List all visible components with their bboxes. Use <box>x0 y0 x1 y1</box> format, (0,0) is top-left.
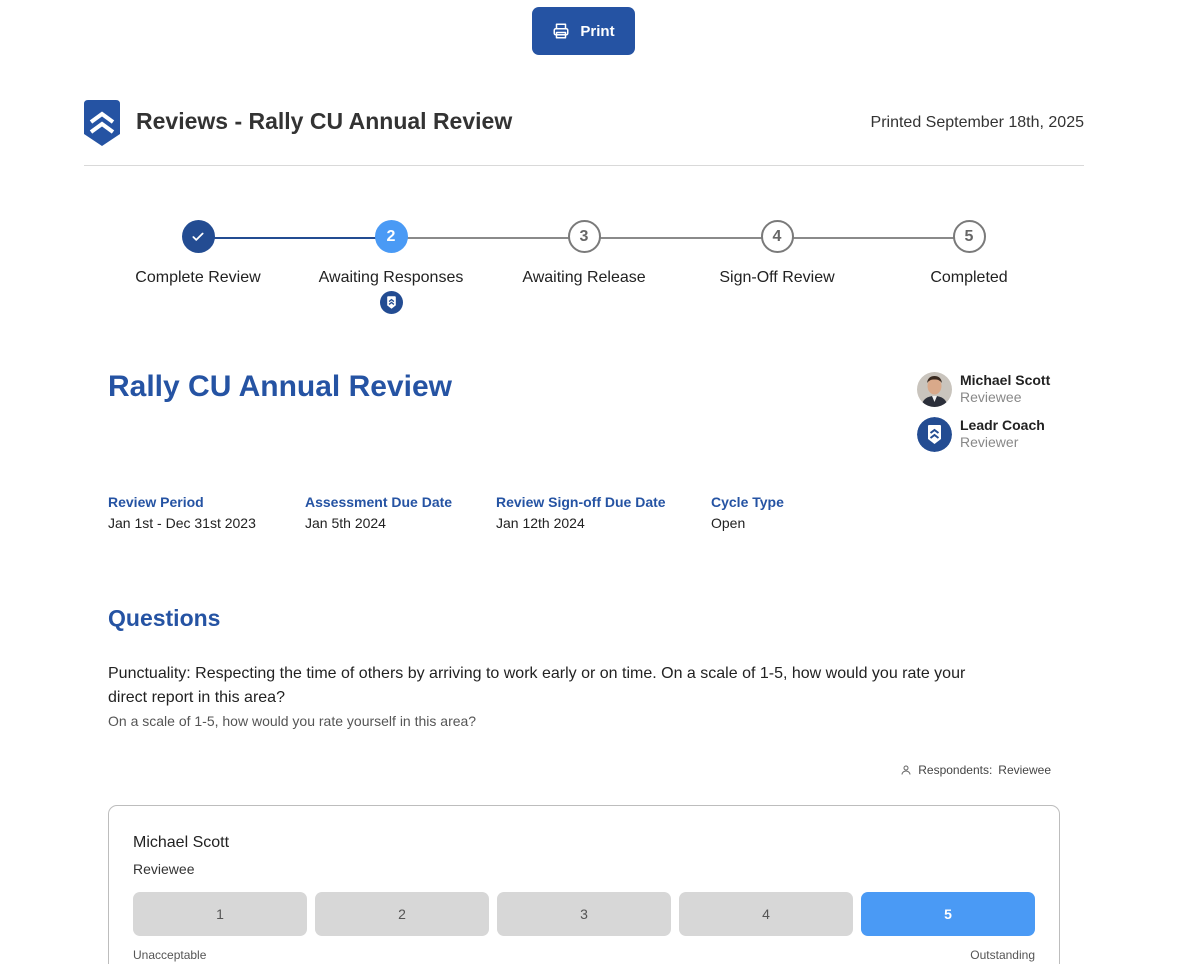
page-header: Reviews - Rally CU Annual Review Printed… <box>84 100 1084 166</box>
step-label: Awaiting Responses <box>318 269 464 286</box>
page-title: Reviews - Rally CU Annual Review <box>136 108 513 134</box>
participant-name: Leadr Coach <box>960 417 1045 433</box>
meta-value: Open <box>711 515 746 531</box>
leadr-badge-icon <box>379 291 403 314</box>
participant-name: Michael Scott <box>960 372 1051 388</box>
reviewee-card: Michael Scott Reviewee <box>917 372 1050 407</box>
step-awaiting-responses: 2 Awaiting Responses <box>291 220 491 319</box>
user-icon <box>901 765 911 775</box>
step-label: Awaiting Release <box>522 269 646 286</box>
rating-option-4[interactable]: 4 <box>679 892 853 936</box>
respondent-name: Michael Scott <box>133 834 230 851</box>
printed-date: Printed September 18th, 2025 <box>870 114 1084 131</box>
reviewer-card: Leadr Coach Reviewer <box>917 417 1045 452</box>
scale-high-label: Outstanding <box>970 948 1035 962</box>
meta-sign-off-due-date: Review Sign-off Due Date Jan 12th 2024 <box>496 494 666 531</box>
print-label: Print <box>580 22 615 40</box>
response-card: Michael Scott Reviewee 1 2 3 4 5 Unaccep… <box>108 805 1060 964</box>
step-sign-off-review: 4 Sign-Off Review <box>677 220 877 287</box>
review-progress-stepper: Complete Review 2 Awaiting Responses 3 A… <box>100 220 1065 320</box>
respondent-role: Reviewee <box>133 861 195 877</box>
step-number: 5 <box>952 220 986 253</box>
participant-role: Reviewer <box>960 434 1019 450</box>
print-button[interactable]: Print <box>532 7 635 55</box>
check-icon <box>181 220 215 253</box>
meta-label: Review Period <box>108 494 204 510</box>
step-awaiting-release: 3 Awaiting Release <box>484 220 684 287</box>
step-label: Sign-Off Review <box>719 269 835 286</box>
meta-value: Jan 1st - Dec 31st 2023 <box>108 515 256 531</box>
leadr-logo-icon <box>84 100 120 146</box>
avatar <box>917 372 952 407</box>
leadr-coach-avatar-icon <box>917 417 952 452</box>
step-completed: 5 Completed <box>869 220 1069 287</box>
respondents-label: Respondents: <box>918 763 993 777</box>
step-number: 3 <box>567 220 601 253</box>
rating-option-2[interactable]: 2 <box>315 892 489 936</box>
review-title: Rally CU Annual Review <box>108 370 452 403</box>
meta-value: Jan 12th 2024 <box>496 515 585 531</box>
step-number: 2 <box>374 220 408 253</box>
meta-value: Jan 5th 2024 <box>305 515 386 531</box>
meta-review-period: Review Period Jan 1st - Dec 31st 2023 <box>108 494 256 531</box>
respondents-info: Respondents: Reviewee <box>900 763 1051 777</box>
step-label: Complete Review <box>135 269 261 286</box>
rating-option-1[interactable]: 1 <box>133 892 307 936</box>
participant-role: Reviewee <box>960 389 1022 405</box>
meta-label: Cycle Type <box>711 494 784 510</box>
meta-cycle-type: Cycle Type Open <box>711 494 784 531</box>
meta-label: Assessment Due Date <box>305 494 453 510</box>
questions-heading: Questions <box>108 605 221 631</box>
scale-low-label: Unacceptable <box>133 948 207 962</box>
question-subtext: On a scale of 1-5, how would you rate yo… <box>108 713 477 729</box>
respondents-value: Reviewee <box>998 763 1051 777</box>
step-complete-review: Complete Review <box>98 220 298 287</box>
rating-scale: 1 2 3 4 5 <box>133 892 1035 936</box>
step-label: Completed <box>930 269 1008 286</box>
question-text: Punctuality: Respecting the time of othe… <box>108 665 966 706</box>
meta-assessment-due-date: Assessment Due Date Jan 5th 2024 <box>305 494 452 531</box>
rating-option-3[interactable]: 3 <box>497 892 671 936</box>
printer-icon <box>552 22 570 40</box>
rating-option-5[interactable]: 5 <box>861 892 1035 936</box>
step-number: 4 <box>760 220 794 253</box>
meta-label: Review Sign-off Due Date <box>496 494 666 510</box>
